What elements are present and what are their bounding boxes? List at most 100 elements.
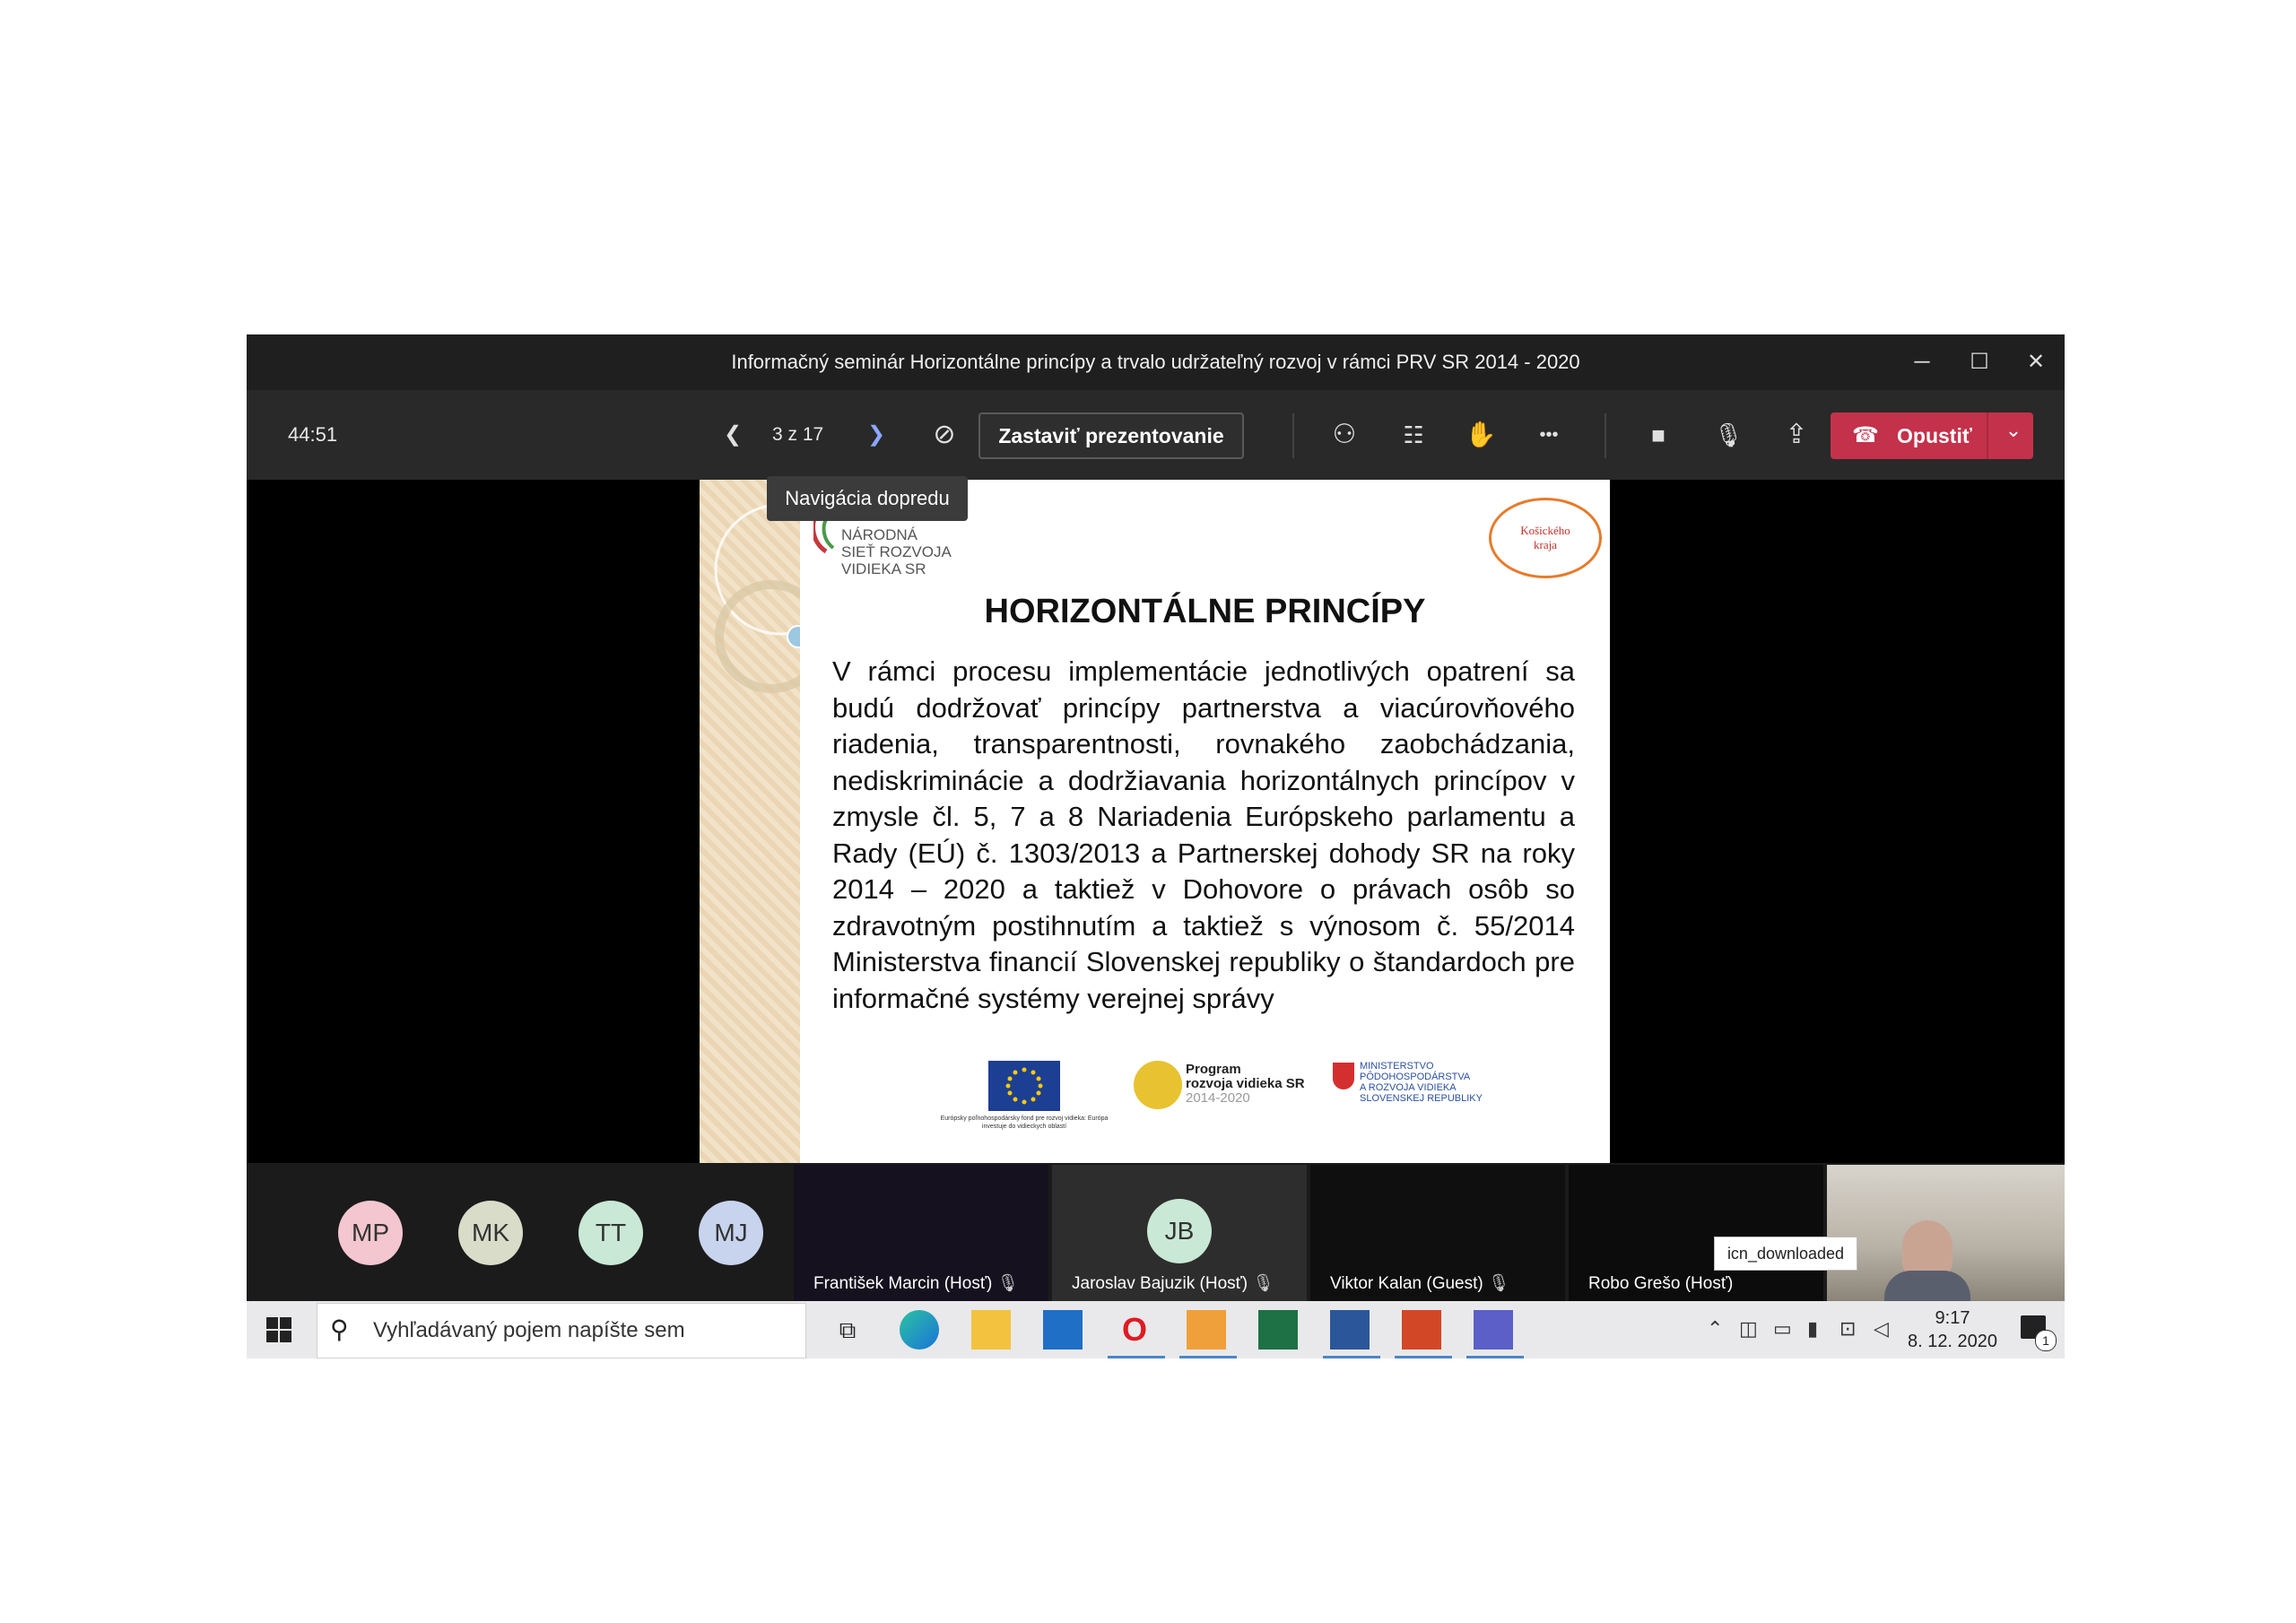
eu-flag-icon — [988, 1061, 1060, 1111]
running-app-indicator — [1395, 1356, 1452, 1358]
running-app-indicator — [1179, 1356, 1237, 1358]
teams-icon[interactable] — [1474, 1310, 1513, 1350]
previous-slide-icon[interactable]: ❮ — [713, 415, 752, 455]
participant-name: Jaroslav Bajuzik (Hosť) 🎙 — [1072, 1274, 1274, 1293]
tray-microphone-icon[interactable]: ▮ — [1807, 1317, 1818, 1341]
shared-slide: NÁRODNÁ SIEŤ ROZVOJA VIDIEKA SR Košickéh… — [700, 480, 1610, 1163]
task-view-icon[interactable]: ⧉ — [828, 1310, 867, 1350]
muted-mic-icon: 🎙 — [1252, 1274, 1274, 1293]
logo-line: NÁRODNÁ — [841, 526, 918, 543]
ministry-line: SLOVENSKEJ REPUBLIKY — [1360, 1093, 1483, 1104]
avatar[interactable]: MK — [458, 1201, 523, 1265]
ministry-line: MINISTERSTVO — [1360, 1061, 1434, 1072]
logo-line: SIEŤ ROZVOJA — [841, 543, 952, 560]
avatar[interactable]: MP — [338, 1201, 403, 1265]
raise-hand-icon[interactable]: ✋ — [1461, 415, 1500, 455]
kosice-region-logo: Košického kraja — [1489, 498, 1602, 578]
hang-up-icon: ☎ — [1852, 423, 1879, 447]
next-slide-tooltip: Navigácia dopredu — [767, 476, 968, 521]
participant-tile[interactable]: František Marcin (Hosť) 🎙 — [794, 1165, 1048, 1301]
window-title: Informačný seminár Horizontálne princípy… — [731, 351, 1580, 373]
toolbar-divider — [1292, 413, 1294, 458]
ministry-line: A ROZVOJA VIDIEKA — [1360, 1082, 1457, 1093]
edge-browser-icon[interactable] — [900, 1310, 939, 1350]
participant-tile[interactable]: Robo Grešo (Hosť) — [1569, 1165, 1823, 1301]
participant-name: František Marcin (Hosť) 🎙 — [813, 1274, 1019, 1293]
running-app-indicator — [1466, 1356, 1524, 1358]
logo-line: VIDIEKA SR — [841, 560, 926, 577]
running-app-indicator — [1108, 1356, 1165, 1358]
clock-time: 9:17 — [1935, 1308, 1970, 1328]
avatar: JB — [1147, 1199, 1212, 1263]
running-app-indicator — [1323, 1356, 1380, 1358]
participant-tile[interactable]: JB Jaroslav Bajuzik (Hosť) 🎙 — [1052, 1165, 1307, 1301]
minimize-button[interactable]: ─ — [1893, 334, 1951, 390]
taskbar-clock[interactable]: 9:17 8. 12. 2020 — [1906, 1306, 1999, 1353]
meet-now-icon[interactable]: ◫ — [1739, 1317, 1758, 1341]
opera-browser-icon[interactable]: O — [1115, 1310, 1154, 1350]
volume-icon[interactable]: ◁ — [1874, 1317, 1889, 1341]
teams-window: Informačný seminár Horizontálne princípy… — [247, 334, 2065, 1358]
self-video-tile[interactable] — [1827, 1165, 2065, 1301]
muted-mic-icon: 🎙 — [1488, 1274, 1510, 1293]
nsrv-logo-text: NÁRODNÁ SIEŤ ROZVOJA VIDIEKA SR — [841, 526, 952, 577]
search-placeholder: Vyhľadávaný pojem napíšte sem — [373, 1318, 685, 1342]
file-explorer-icon[interactable] — [971, 1310, 1011, 1350]
ministry-line: PÔDOHOSPODÁRSTVA — [1360, 1072, 1471, 1082]
prv-line: Program — [1186, 1062, 1241, 1077]
prv-line: 2014-2020 — [1186, 1090, 1250, 1106]
battery-icon[interactable]: ▭ — [1773, 1317, 1792, 1341]
chat-icon[interactable]: ☷ — [1394, 415, 1433, 455]
ministry-logo-text: MINISTERSTVO PÔDOHOSPODÁRSTVA A ROZVOJA … — [1360, 1061, 1483, 1104]
notification-count-badge: 1 — [2035, 1330, 2057, 1351]
slide-circles-graphic — [714, 503, 847, 693]
network-icon[interactable]: ⊡ — [1839, 1317, 1856, 1341]
hide-view-icon[interactable]: ⊘ — [925, 415, 964, 455]
participants-strip: MP MK TT MJ František Marcin (Hosť) 🎙 JB… — [247, 1163, 2065, 1301]
downloaded-tooltip: icn_downloaded — [1714, 1237, 1857, 1271]
clock-date: 8. 12. 2020 — [1907, 1332, 1998, 1351]
meeting-timer: 44:51 — [288, 423, 338, 446]
show-hidden-icons-chevron-icon[interactable]: ⌃ — [1707, 1317, 1723, 1341]
avatar[interactable]: TT — [578, 1201, 643, 1265]
toolbar-divider — [1605, 413, 1606, 458]
mail-icon[interactable] — [1043, 1310, 1083, 1350]
close-button[interactable]: ✕ — [2007, 334, 2065, 390]
leave-options-chevron-icon[interactable]: ⌄ — [1997, 412, 2030, 448]
self-video-shoulders — [1884, 1271, 1970, 1301]
maximize-button[interactable]: ☐ — [1951, 334, 2008, 390]
participant-tile[interactable]: Viktor Kalan (Guest) 🎙 — [1310, 1165, 1565, 1301]
muted-mic-icon: 🎙 — [996, 1274, 1019, 1293]
powerpoint-icon[interactable] — [1402, 1310, 1441, 1350]
more-options-icon[interactable]: ••• — [1529, 415, 1569, 455]
windows-taskbar: ⚲ Vyhľadávaný pojem napíšte sem ⧉ O ⌃ ◫ … — [247, 1301, 2065, 1358]
people-icon[interactable]: ⚇ — [1325, 415, 1364, 455]
title-bar: Informačný seminár Horizontálne princípy… — [247, 334, 2065, 390]
excel-icon[interactable] — [1258, 1310, 1298, 1350]
share-tray-icon[interactable]: ⇪ — [1777, 415, 1816, 455]
eu-fund-caption: Európsky poľnohospodársky fond pre rozvo… — [940, 1115, 1109, 1130]
windows-start-icon[interactable] — [266, 1317, 291, 1342]
stop-presenting-button[interactable]: Zastaviť prezentovanie — [978, 412, 1244, 459]
slide-decoration — [700, 480, 847, 1163]
prv-logo-text: Program rozvoja vidieka SR 2014-2020 — [1186, 1063, 1305, 1106]
camera-icon[interactable]: ■ — [1639, 415, 1678, 455]
microphone-icon[interactable]: 🎙 — [1709, 415, 1748, 455]
kosice-logo-text: Košického kraja — [1520, 524, 1570, 551]
prv-logo-icon — [1134, 1061, 1182, 1109]
search-icon: ⚲ — [330, 1315, 349, 1343]
word-icon[interactable] — [1330, 1310, 1370, 1350]
leave-button[interactable]: ☎ Opustiť ⌄ — [1831, 412, 2033, 459]
participant-name: Robo Grešo (Hosť) — [1588, 1274, 1734, 1293]
next-slide-icon[interactable]: ❯ — [857, 415, 896, 455]
slide-counter: 3 z 17 — [772, 424, 824, 445]
slide-body-text: V rámci procesu implementácie jednotlivý… — [832, 655, 1575, 1014]
taskbar-search-box[interactable]: ⚲ Vyhľadávaný pojem napíšte sem — [317, 1303, 806, 1358]
slovak-emblem-icon — [1333, 1063, 1354, 1089]
slide-title: HORIZONTÁLNE PRINCÍPY — [984, 593, 1426, 630]
avatar[interactable]: MJ — [699, 1201, 763, 1265]
outlook-icon[interactable] — [1187, 1310, 1226, 1350]
meeting-toolbar: 44:51 ❮ 3 z 17 ❯ ⊘ Zastaviť prezentovani… — [247, 390, 2065, 480]
leave-label: Opustiť — [1897, 424, 1972, 447]
prv-line: rozvoja vidieka SR — [1186, 1076, 1305, 1091]
